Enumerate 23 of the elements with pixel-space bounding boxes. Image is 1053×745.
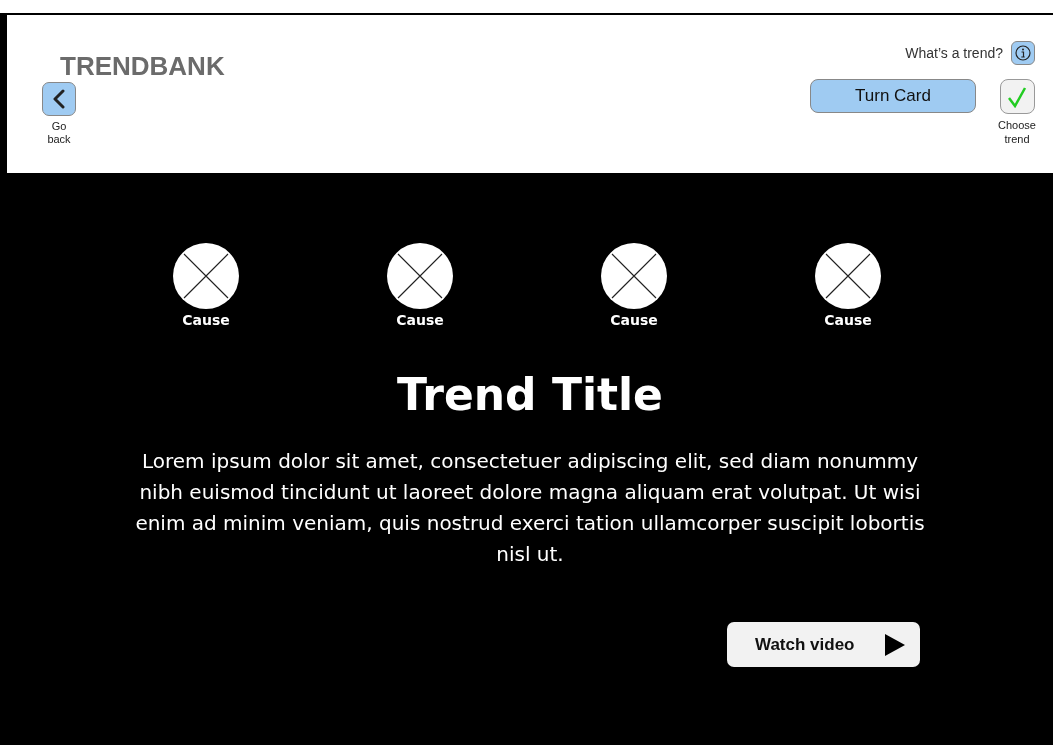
cause-placeholder-icon	[601, 243, 667, 309]
cause-placeholder-icon	[387, 243, 453, 309]
cause-label: Cause	[182, 311, 230, 330]
play-icon	[884, 632, 906, 657]
choose-label: Choose trend	[997, 118, 1037, 146]
info-button[interactable]	[1011, 41, 1035, 65]
back-button[interactable]	[42, 82, 76, 116]
logo: TRENDBANK	[60, 51, 225, 81]
cause-placeholder-icon	[173, 243, 239, 309]
trend-title: Trend Title	[397, 368, 663, 422]
cause-placeholder-icon	[815, 243, 881, 309]
cause-label: Cause	[396, 311, 444, 330]
trend-description: Lorem ipsum dolor sit amet, consectetuer adipiscing elit, sed diam nonummy nibh euismod tincidunt ut laoreet dolore magna aliquam erat volutpat. Ut wisi enim ad minim veniam, quis nostrud exerci tation ullamcorper suscipit lobortis nisl ut.	[134, 448, 926, 568]
checkmark-icon	[1007, 85, 1027, 108]
help-link[interactable]: What’s a trend?	[905, 42, 1003, 64]
turn-card-button[interactable]: Turn Card	[810, 79, 976, 113]
cause-label: Cause	[824, 311, 872, 330]
back-label: Go back	[46, 120, 72, 146]
watch-video-button[interactable]: Watch video	[727, 622, 920, 667]
chevron-left-icon	[52, 89, 66, 109]
info-icon	[1015, 45, 1031, 61]
choose-button[interactable]	[999, 79, 1035, 114]
cause-label: Cause	[610, 311, 658, 330]
